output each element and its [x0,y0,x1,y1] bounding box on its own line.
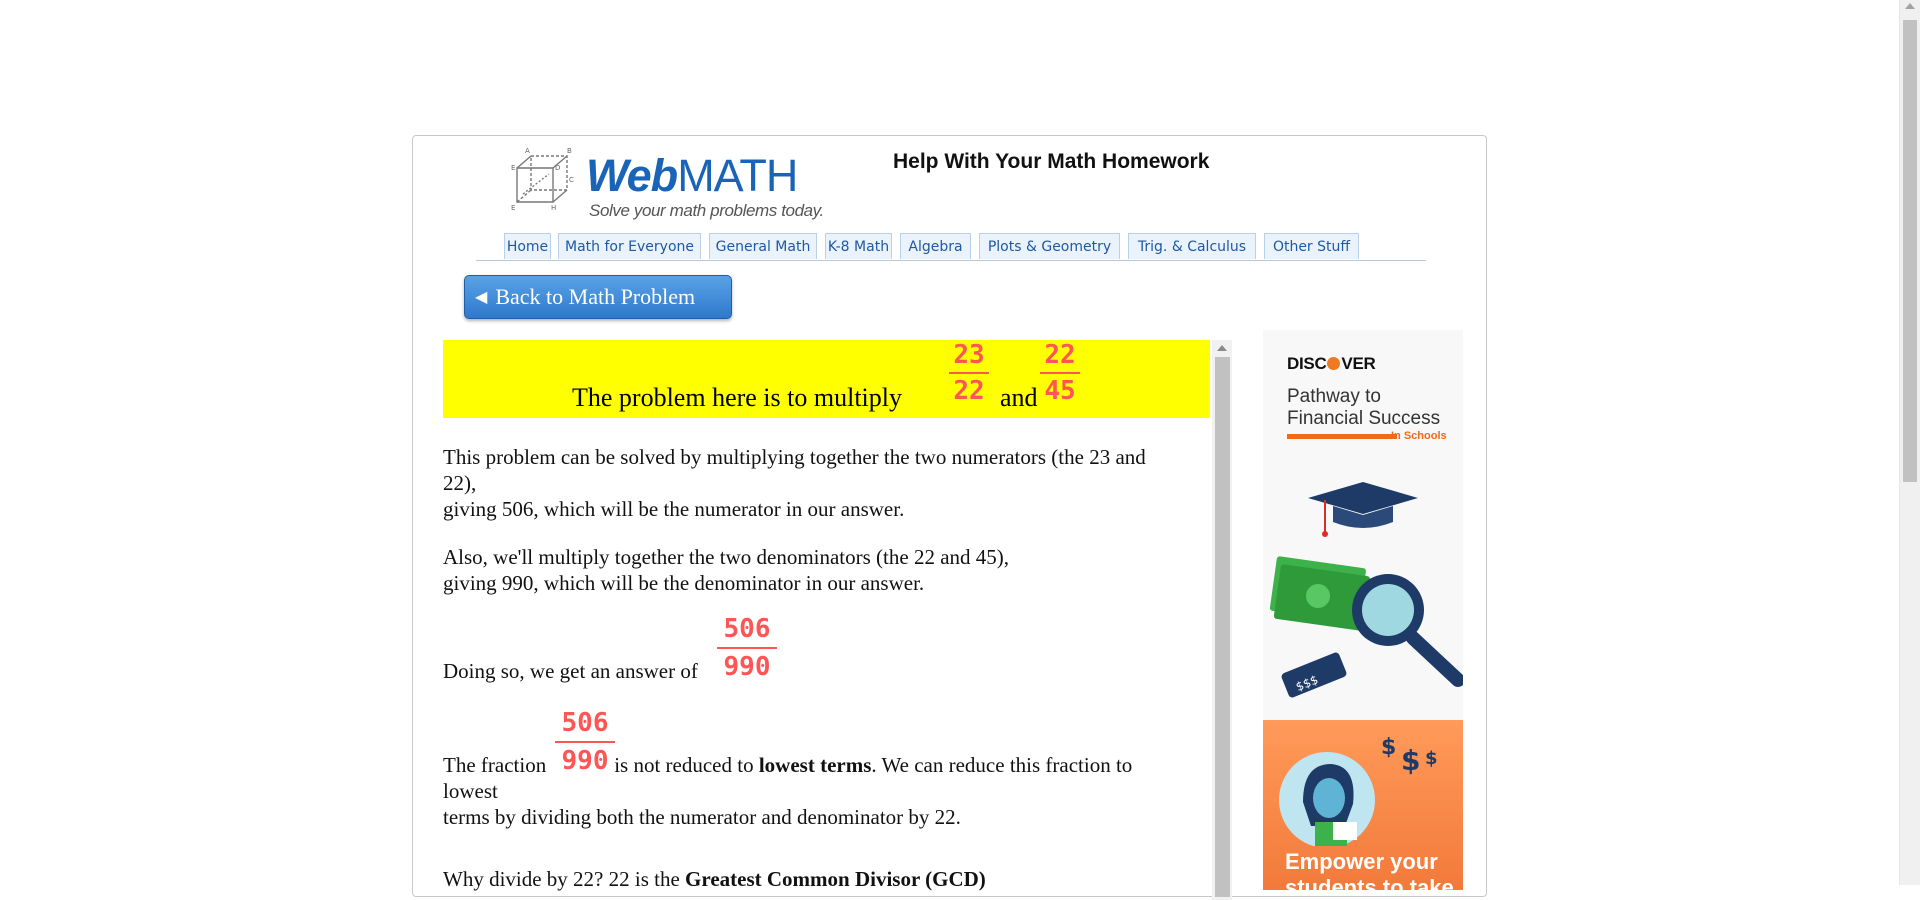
p4-mid: is not reduced to [614,753,754,777]
back-to-math-problem-button[interactable]: ◀ Back to Math Problem [464,275,732,319]
tab-plots-geometry[interactable]: Plots & Geometry [979,233,1120,259]
brand-web: Web [586,150,678,201]
solution-frame: The problem here is to multiply 23 22 an… [443,340,1232,900]
answer-prefix: Doing so, we get an answer of [443,659,698,683]
scrollbar-thumb[interactable] [1903,20,1917,482]
discover-logo: DISC VER [1287,354,1376,374]
page-scrollbar[interactable] [1899,0,1920,885]
fraction-numerator: 22 [1044,340,1076,370]
p5-prefix: Why divide by 22? 22 is the [443,867,680,891]
text-line: terms by dividing both the numerator and… [443,805,961,829]
tab-general-math[interactable]: General Math [709,233,817,259]
text-line: lowest [443,779,498,803]
discover-dot-icon [1327,357,1341,370]
svg-text:B: B [567,147,572,155]
tab-k8-math[interactable]: K-8 Math [825,233,892,259]
graduation-cap-icon [1308,482,1418,537]
frame-scrollbar[interactable] [1212,340,1232,900]
explanation-paragraph-1: This problem can be solved by multiplyin… [443,444,1203,522]
text-line: giving 506, which will be the numerator … [443,497,905,521]
tab-other-stuff[interactable]: Other Stuff [1264,233,1359,259]
back-arrow-icon: ◀ [475,289,488,306]
text-line: 22), [443,471,477,495]
svg-text:H: H [551,204,556,212]
money-magnifier-icon: $$$ [1269,556,1463,698]
scroll-up-arrow-icon[interactable] [1905,3,1915,9]
ad-cta-line: Empower your [1285,849,1438,874]
fraction-denominator: 990 [723,652,771,682]
explanation-paragraph-2: Also, we'll multiply together the two de… [443,544,1203,596]
problem-and: and [1000,383,1038,412]
discover-brand-post: VER [1341,354,1376,373]
text-line: This problem can be solved by multiplyin… [443,445,1146,469]
problem-fraction-2: 22 45 [1040,340,1080,406]
p4-prefix: The fraction [443,753,547,777]
tab-math-for-everyone[interactable]: Math for Everyone [558,233,701,259]
fraction-numerator: 506 [723,614,771,644]
ad-headline-line: Pathway to [1287,386,1381,407]
discover-brand-pre: DISC [1287,354,1327,373]
tagline: Solve your math problems today. [589,201,824,220]
ad-headline: Pathway to Financial Success [1287,386,1440,430]
fraction-bar [949,372,989,374]
answer-fraction: 506 990 [717,613,777,683]
back-button-label: Back to Math Problem [495,284,696,309]
text-line: The fraction is not reduced to lowest ter… [443,752,1203,778]
fraction-denominator: 22 [953,376,985,406]
ad-cta-text: Empower your students to take [1285,849,1454,890]
frame-scrollbar-thumb[interactable] [1215,357,1230,897]
cube-logo-icon: A B E D C E H [511,147,574,212]
tab-algebra[interactable]: Algebra [900,233,971,259]
discover-advertisement[interactable]: DISC VER Pathway to Financial Success In … [1263,330,1463,890]
gcd-bold: Greatest Common Divisor (GCD) [685,867,986,891]
brand-math: MATH [677,150,798,201]
tab-trig-calculus[interactable]: Trig. & Calculus [1128,233,1256,259]
fraction-numerator: 506 [561,708,609,738]
svg-text:E: E [511,204,515,212]
svg-text:$: $ [1425,748,1438,769]
svg-text:$: $ [1401,744,1420,777]
svg-text:C: C [569,176,574,184]
webmath-logo[interactable]: A B E D C E H WebMATH Solve your math probl… [509,144,829,224]
ad-cta-line: students to take [1285,875,1454,890]
main-nav: Home Math for Everyone General Math K-8 … [476,233,1426,261]
svg-text:E: E [511,164,515,172]
ad-subline: In Schools [1391,430,1447,442]
problem-statement: The problem here is to multiply 23 22 an… [443,340,1210,418]
text-line: Also, we'll multiply together the two de… [443,545,1010,569]
fraction-denominator: 45 [1044,376,1076,406]
svg-text:D: D [555,164,560,172]
brand-name: WebMATH [586,150,798,201]
tab-home[interactable]: Home [504,233,551,259]
p4-rest: . We can reduce this fraction to [871,753,1133,777]
page-container: A B E D C E H WebMATH Solve your math probl… [412,135,1487,900]
fraction-bar [717,647,777,649]
fraction-numerator: 23 [953,340,985,370]
fraction-bar [1040,372,1080,374]
svg-text:$: $ [1381,735,1396,760]
explanation-paragraph-4: The fraction is not reduced to lowest ter… [443,752,1203,830]
explanation-paragraph-5: Why divide by 22? 22 is the Greatest Com… [443,866,1203,892]
teacher-illustration-icon: $ $ $ [1279,735,1438,846]
problem-intro: The problem here is to multiply [572,383,902,412]
ad-headline-line: Financial Success [1287,408,1441,429]
lowest-terms-bold: lowest terms [758,753,872,777]
answer-line: Doing so, we get an answer of [443,658,1203,684]
svg-text:A: A [525,147,530,155]
page-title: Help With Your Math Homework [893,150,1210,173]
scroll-up-arrow-icon[interactable] [1217,345,1227,351]
problem-fraction-1: 23 22 [949,340,989,406]
fraction-bar [555,741,615,743]
text-line: giving 990, which will be the denominato… [443,571,925,595]
ad-accent-line [1287,434,1397,439]
